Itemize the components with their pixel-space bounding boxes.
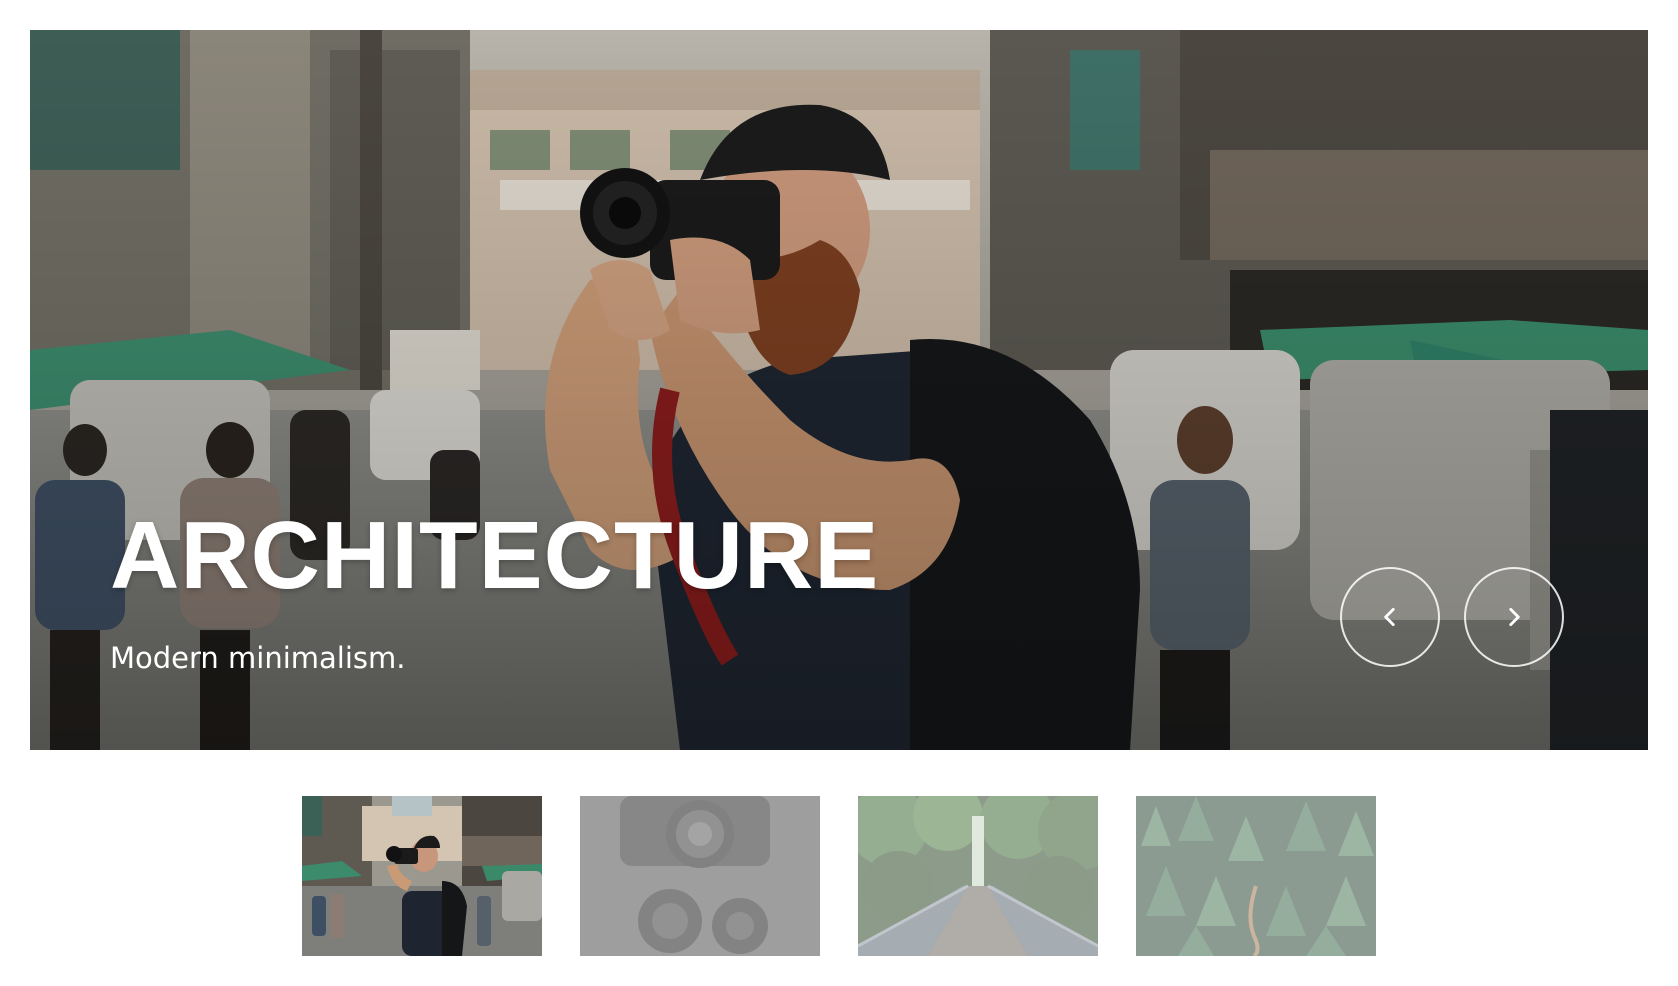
thumbnail-image: [302, 796, 542, 956]
thumbnail-image: [580, 796, 820, 956]
chevron-left-icon: [1384, 608, 1395, 626]
thumbnail-photographer[interactable]: [302, 796, 542, 956]
next-slide-button[interactable]: [1464, 567, 1564, 667]
previous-slide-button[interactable]: [1340, 567, 1440, 667]
thumbnail-image: [1136, 796, 1376, 956]
thumbnail-image: [858, 796, 1098, 956]
slide-subtitle: Modern minimalism.: [110, 641, 406, 675]
thumbnail-camera-lenses[interactable]: [580, 796, 820, 956]
slide-title: ARCHITECTURE: [110, 502, 880, 609]
hero-slide: ARCHITECTURE Modern minimalism.: [30, 30, 1648, 750]
hero-caption: ARCHITECTURE Modern minimalism.: [110, 508, 879, 673]
thumbnail-pine-forest[interactable]: [1136, 796, 1376, 956]
thumbnail-forest-bridge[interactable]: [858, 796, 1098, 956]
chevron-right-icon: [1509, 608, 1520, 626]
